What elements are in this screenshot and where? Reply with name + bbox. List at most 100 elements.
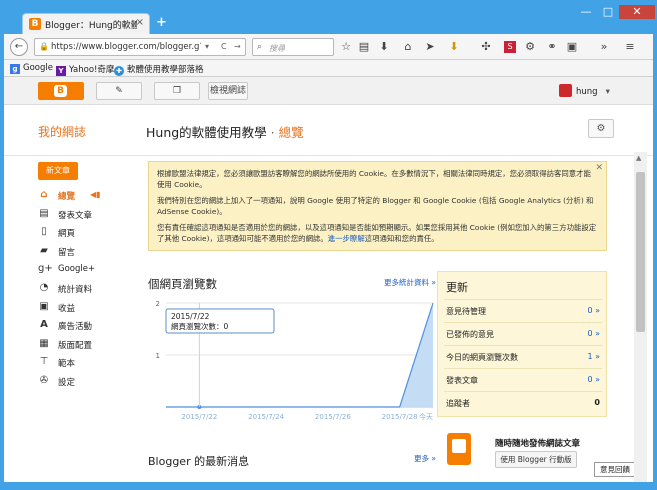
sidebar-item-label: 版面配置 bbox=[58, 340, 93, 351]
sidebar-item-comments[interactable]: ▰ 留言 bbox=[38, 243, 138, 262]
tab-title: Blogger：Hung的軟體使用 bbox=[45, 21, 137, 31]
updates-row[interactable]: 今日的網頁瀏覽次數 1 » bbox=[444, 345, 602, 367]
chart-x-tick-label: 2015/7/26 bbox=[315, 413, 351, 421]
sidebar-item-layout[interactable]: ▦ 版面配置 bbox=[38, 336, 138, 355]
blogger-icon: ✚ bbox=[114, 66, 124, 76]
updates-panel: 更新 意見待管理 0 » 已發佈的意見 0 » 今日的網頁瀏覽次數 1 » 發表… bbox=[437, 271, 607, 417]
send-icon[interactable]: ➤ bbox=[422, 39, 438, 55]
section-name: 總覽 bbox=[278, 125, 304, 140]
reload-icon[interactable]: C bbox=[221, 42, 227, 51]
updates-row-label: 已發佈的意見 bbox=[446, 330, 494, 339]
updates-row: 追蹤者 0 bbox=[444, 391, 602, 413]
bookmark-label: Google bbox=[23, 63, 53, 73]
reading-list-icon[interactable]: ▤ bbox=[356, 39, 372, 55]
scroll-up-icon[interactable]: ▲ bbox=[636, 154, 641, 162]
sidebar-item-gplus[interactable]: g+ Google+ bbox=[38, 261, 138, 280]
updates-row-value[interactable]: 0 » bbox=[587, 306, 600, 315]
addon-share-icon[interactable]: ⚭ bbox=[544, 39, 560, 55]
user-menu[interactable]: hung ▾ bbox=[559, 84, 610, 97]
home-browser-icon[interactable]: ⌂ bbox=[400, 39, 416, 55]
forward-arrow-icon[interactable]: → bbox=[234, 42, 241, 51]
clipboard-icon[interactable]: ▣ bbox=[564, 39, 580, 55]
new-tab-button[interactable]: + bbox=[156, 15, 167, 30]
chart-tooltip-value: 網頁瀏覽次數：0 bbox=[171, 321, 228, 331]
bookmark-yahoo[interactable]: Y Yahoo!奇摩 bbox=[56, 63, 114, 76]
bookmarks-bar: g Google Y Yahoo!奇摩 ✚ 軟體使用教學部落格 bbox=[4, 60, 653, 77]
address-bar[interactable]: 🔒 https://www.blogger.com/blogger.g?blog… bbox=[34, 38, 246, 56]
updates-row[interactable]: 發表文章 0 » bbox=[444, 368, 602, 390]
edit-post-button[interactable]: ✎ bbox=[96, 82, 142, 100]
sidebar-item-stats[interactable]: ◔ 統計資料 bbox=[38, 280, 138, 299]
pencil-icon: ✎ bbox=[115, 86, 123, 96]
blogger-app-bar: B ✎ ❐ 檢視網誌 hung ▾ bbox=[4, 77, 653, 105]
addon-download-icon[interactable]: ⬇ bbox=[446, 39, 462, 55]
menu-icon[interactable]: ≡ bbox=[622, 39, 638, 55]
sidebar-item-label: 統計資料 bbox=[58, 284, 93, 295]
chart-y-tick-label: 2 bbox=[156, 300, 160, 308]
updates-row-value[interactable]: 0 » bbox=[587, 375, 600, 384]
page-title: Hung的軟體使用教學 · 總覽 bbox=[146, 122, 304, 141]
maximize-button[interactable]: □ bbox=[598, 5, 618, 19]
sidebar-item-campaigns[interactable]: A 廣告活動 bbox=[38, 317, 138, 336]
sidebar-item-label: 總覽 bbox=[58, 192, 76, 202]
view-blog-button[interactable]: 檢視網誌 bbox=[208, 82, 248, 100]
settings-gear-button[interactable]: ⚙ bbox=[588, 119, 614, 138]
bookmark-star-icon[interactable]: ☆ bbox=[338, 39, 354, 55]
sidebar-item-settings[interactable]: ✇ 設定 bbox=[38, 373, 138, 392]
blogger-home-button[interactable]: B bbox=[38, 82, 84, 100]
sidebar-item-label: 廣告活動 bbox=[58, 322, 93, 333]
back-arrow-icon[interactable]: ← bbox=[10, 38, 28, 56]
updates-row[interactable]: 意見待管理 0 » bbox=[444, 299, 602, 321]
sidebar-nav: ⌂ 總覽 ◀▮ ▤ 發表文章 ▯ 網頁 ▰ 留言 g+ Google+ ◔ 統計… bbox=[38, 187, 138, 392]
close-icon[interactable]: ✕ bbox=[595, 163, 603, 174]
bookmark-google[interactable]: g Google bbox=[10, 63, 53, 74]
scroll-thumb[interactable] bbox=[636, 172, 645, 332]
new-post-button[interactable]: 新文章 bbox=[38, 162, 78, 180]
bookmark-label: 軟體使用教學部落格 bbox=[127, 65, 204, 75]
earnings-icon: ▣ bbox=[39, 300, 49, 312]
sidebar-item-overview[interactable]: ⌂ 總覽 ◀▮ bbox=[38, 187, 138, 206]
close-window-button[interactable]: ✕ bbox=[619, 5, 655, 19]
tab-close-icon[interactable]: × bbox=[136, 17, 144, 28]
blogger-favicon-icon: B bbox=[29, 18, 41, 30]
scrollbar[interactable]: ▲ bbox=[634, 152, 647, 482]
bookmark-blog[interactable]: ✚ 軟體使用教學部落格 bbox=[114, 63, 204, 76]
minimize-button[interactable]: — bbox=[576, 5, 596, 19]
updates-row-value[interactable]: 0 » bbox=[587, 329, 600, 338]
promo-text: 隨時隨地發佈網誌文章 bbox=[495, 439, 581, 449]
addon-puzzle-icon[interactable]: ✣ bbox=[478, 39, 494, 55]
yahoo-icon: Y bbox=[56, 66, 66, 76]
feedback-button[interactable]: 意見回饋 bbox=[594, 462, 636, 477]
learn-more-link[interactable]: 進一步瞭解 bbox=[328, 234, 365, 243]
sidebar-item-posts[interactable]: ▤ 發表文章 bbox=[38, 206, 138, 225]
updates-row[interactable]: 已發佈的意見 0 » bbox=[444, 322, 602, 344]
news-more-link[interactable]: 更多 » bbox=[414, 453, 436, 464]
url-text[interactable]: https://www.blogger.com/blogger.g?blogID… bbox=[51, 42, 201, 52]
chart-tooltip-date: 2015/7/22 bbox=[171, 312, 210, 321]
sidebar-item-template[interactable]: ⊤ 範本 bbox=[38, 354, 138, 373]
browser-tab[interactable]: B Blogger：Hung的軟體使用 × bbox=[22, 13, 150, 34]
sidebar-item-earnings[interactable]: ▣ 收益 bbox=[38, 299, 138, 318]
chart-x-tick-label: 2015/7/22 bbox=[181, 413, 217, 421]
layout-icon: ▦ bbox=[39, 337, 49, 349]
posts-list-button[interactable]: ❐ bbox=[154, 82, 200, 100]
my-blogs-link[interactable]: 我的網誌 bbox=[38, 123, 86, 140]
dropdown-icon[interactable]: ▾ bbox=[205, 42, 209, 51]
overflow-icon[interactable]: » bbox=[596, 39, 612, 55]
search-box[interactable]: ⌕ 搜尋 bbox=[252, 38, 334, 56]
download-box-icon[interactable]: ⬇ bbox=[376, 39, 392, 55]
copy-icon: ❐ bbox=[172, 86, 182, 96]
cookie-paragraph: 我們特別在您的網誌上加入了一項通知，說明 Google 使用了特定的 Blogg… bbox=[157, 196, 594, 216]
pageviews-chart[interactable]: 212015/7/22網頁瀏覽次數：02015/7/22 2015/7/24 201… bbox=[148, 295, 438, 423]
sidebar-item-pages[interactable]: ▯ 網頁 bbox=[38, 224, 138, 243]
addon-sync-icon[interactable]: ⚙ bbox=[522, 39, 538, 55]
template-icon: ⊤ bbox=[39, 356, 49, 368]
more-stats-link[interactable]: 更多統計資料 » bbox=[384, 277, 436, 288]
addon-s-icon[interactable]: S bbox=[504, 41, 516, 53]
mobile-app-button[interactable]: 使用 Blogger 行動版 bbox=[495, 451, 577, 468]
browser-window: B Blogger：Hung的軟體使用 × + — □ ✕ ← 🔒 https:… bbox=[0, 0, 657, 490]
sidebar-item-label: 網頁 bbox=[58, 229, 76, 240]
username: hung bbox=[576, 87, 598, 97]
updates-row-value[interactable]: 1 » bbox=[587, 352, 600, 361]
dashboard-header: 我的網誌 Hung的軟體使用教學 · 總覽 ⚙ bbox=[4, 106, 653, 156]
